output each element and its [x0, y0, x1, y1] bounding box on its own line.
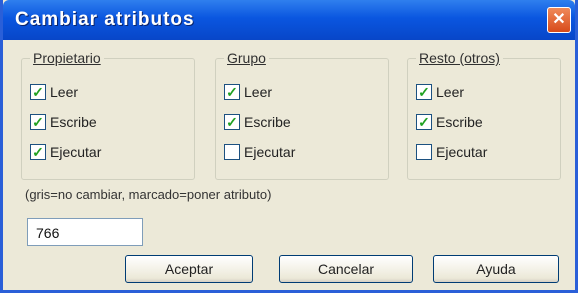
checkbox-icon[interactable]: ✓	[30, 84, 46, 100]
others-read-checkbox[interactable]: ✓ Leer	[416, 81, 464, 103]
owner-read-checkbox[interactable]: ✓ Leer	[30, 81, 78, 103]
title-bar[interactable]: Cambiar atributos ✕	[3, 0, 575, 40]
group-read-checkbox[interactable]: ✓ Leer	[224, 81, 272, 103]
checkbox-label: Escribe	[50, 114, 97, 130]
group-others: Resto (otros) ✓ Leer ✓ Escribe Ejecutar	[407, 50, 561, 180]
close-icon[interactable]: ✕	[547, 7, 571, 33]
group-owner-label: Propietario	[30, 50, 104, 66]
group-group-label: Grupo	[224, 50, 269, 66]
group-group: Grupo ✓ Leer ✓ Escribe Ejecutar	[215, 50, 389, 180]
checkbox-label: Ejecutar	[50, 144, 102, 160]
checkbox-icon[interactable]	[224, 144, 240, 160]
group-write-checkbox[interactable]: ✓ Escribe	[224, 111, 291, 133]
checkbox-label: Leer	[50, 84, 79, 100]
checkbox-icon[interactable]: ✓	[224, 84, 240, 100]
others-write-checkbox[interactable]: ✓ Escribe	[416, 111, 483, 133]
checkbox-label: Escribe	[436, 114, 483, 130]
checkbox-icon[interactable]: ✓	[30, 144, 46, 160]
cancel-button[interactable]: Cancelar	[279, 255, 413, 283]
checkbox-label: Ejecutar	[436, 144, 488, 160]
checkbox-label: Leer	[436, 84, 465, 100]
group-owner: Propietario ✓ Leer ✓ Escribe ✓ Ejecutar	[21, 50, 195, 180]
owner-execute-checkbox[interactable]: ✓ Ejecutar	[30, 141, 101, 163]
dialog-content: Propietario ✓ Leer ✓ Escribe ✓ Ejecutar …	[3, 40, 575, 290]
group-execute-checkbox[interactable]: Ejecutar	[224, 141, 295, 163]
accept-button[interactable]: Aceptar	[125, 255, 253, 283]
checkbox-label: Leer	[244, 84, 273, 100]
hint-text: (gris=no cambiar, marcado=poner atributo…	[25, 187, 272, 202]
group-others-label: Resto (otros)	[416, 50, 503, 66]
checkbox-icon[interactable]: ✓	[224, 114, 240, 130]
checkbox-icon[interactable]: ✓	[30, 114, 46, 130]
checkbox-label: Escribe	[244, 114, 291, 130]
others-execute-checkbox[interactable]: Ejecutar	[416, 141, 487, 163]
dialog-title: Cambiar atributos	[15, 9, 195, 30]
checkbox-icon[interactable]	[416, 144, 432, 160]
checkbox-label: Ejecutar	[244, 144, 296, 160]
checkbox-icon[interactable]: ✓	[416, 114, 432, 130]
help-button[interactable]: Ayuda	[433, 255, 559, 283]
owner-write-checkbox[interactable]: ✓ Escribe	[30, 111, 97, 133]
change-attributes-dialog: Cambiar atributos ✕ Propietario ✓ Leer ✓…	[0, 0, 578, 293]
checkbox-icon[interactable]: ✓	[416, 84, 432, 100]
permission-mode-input[interactable]: 766	[27, 218, 143, 246]
